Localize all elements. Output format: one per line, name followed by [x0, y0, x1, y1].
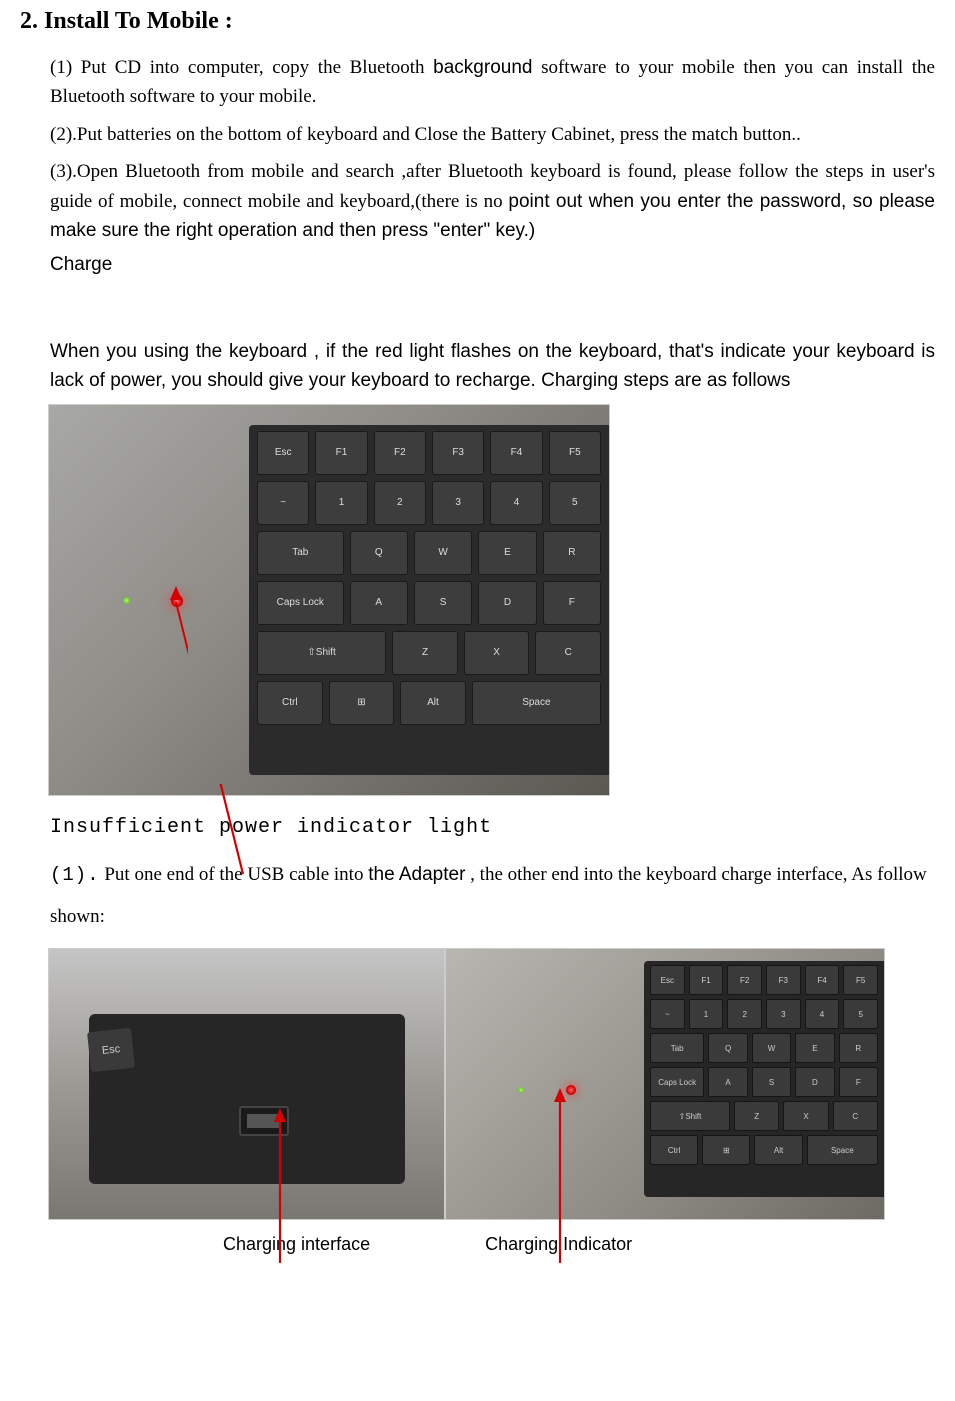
k3-r: R — [839, 1033, 878, 1063]
step-b: the Adapter — [368, 864, 465, 885]
k3-a: A — [708, 1067, 747, 1097]
k3-f2: F2 — [727, 965, 762, 995]
key-f2: F2 — [374, 431, 426, 475]
step-a: Put one end of the USB cable into — [100, 864, 369, 885]
arrow-charging-indicator — [540, 1088, 580, 1268]
key-5: 5 — [549, 481, 601, 525]
step-1: (1). Put one end of the USB cable into t… — [50, 854, 935, 939]
section-title: 2. Install To Mobile : — [20, 8, 935, 35]
key-a: A — [350, 581, 408, 625]
k3-1: 1 — [689, 999, 724, 1029]
paragraph-3: (3).Open Bluetooth from mobile and searc… — [50, 157, 935, 245]
keyboard-photo-3: Esc F1 F2 F3 F4 F5 ~ 1 2 3 4 5 Tab — [445, 948, 885, 1220]
key-d: D — [478, 581, 536, 625]
warning-text: When you using the keyboard , if the red… — [50, 337, 935, 396]
key-tab: Tab — [257, 531, 344, 575]
bottom-labels: Charging interface Charging Indicator — [48, 1234, 935, 1255]
key-f: F — [543, 581, 601, 625]
key-e: E — [478, 531, 536, 575]
key-f4: F4 — [490, 431, 542, 475]
arrow-indicator-head — [168, 586, 184, 602]
k3-shift: ⇧Shift — [650, 1101, 730, 1131]
k3-4: 4 — [805, 999, 840, 1029]
k3-f3: F3 — [766, 965, 801, 995]
p1-text-a: (1) Put CD into computer, copy the Bluet… — [50, 57, 433, 78]
k3-s: S — [752, 1067, 791, 1097]
k3-e: E — [795, 1033, 834, 1063]
key-q: Q — [350, 531, 408, 575]
k3-q: Q — [708, 1033, 747, 1063]
k3-space: Space — [807, 1135, 878, 1165]
key-esc-side: Esc — [87, 1028, 135, 1072]
key-esc: Esc — [257, 431, 309, 475]
k3-d: D — [795, 1067, 834, 1097]
k3-x: X — [783, 1101, 828, 1131]
k3-ctrl: Ctrl — [650, 1135, 698, 1165]
k3-w: W — [752, 1033, 791, 1063]
charge-heading: Charge — [50, 254, 935, 276]
paragraph-2: (2).Put batteries on the bottom of keybo… — [50, 120, 935, 149]
keyboard-photo-2: Esc — [48, 948, 445, 1220]
key-c: C — [535, 631, 601, 675]
keyboard-photo-1: Esc F1 F2 F3 F4 F5 ~ 1 2 3 4 5 Tab Q W E… — [48, 404, 610, 796]
keyboard-body-3: Esc F1 F2 F3 F4 F5 ~ 1 2 3 4 5 Tab — [644, 961, 884, 1197]
keyboard-body: Esc F1 F2 F3 F4 F5 ~ 1 2 3 4 5 Tab Q W E… — [249, 425, 609, 775]
key-f1: F1 — [315, 431, 367, 475]
k3-f4: F4 — [805, 965, 840, 995]
k3-f: F — [839, 1067, 878, 1097]
key-space: Space — [472, 681, 601, 725]
key-x: X — [464, 631, 530, 675]
key-tilde: ~ — [257, 481, 309, 525]
green-led-icon-2 — [518, 1087, 524, 1093]
caption-indicator-light: Insufficient power indicator light — [50, 816, 935, 839]
k3-esc: Esc — [650, 965, 685, 995]
key-win: ⊞ — [329, 681, 395, 725]
k3-z: Z — [734, 1101, 779, 1131]
key-1: 1 — [315, 481, 367, 525]
key-w: W — [414, 531, 472, 575]
k3-3: 3 — [766, 999, 801, 1029]
green-led-icon — [123, 597, 130, 604]
k3-tab: Tab — [650, 1033, 704, 1063]
key-f5: F5 — [549, 431, 601, 475]
k3-2: 2 — [727, 999, 762, 1029]
key-2: 2 — [374, 481, 426, 525]
key-alt: Alt — [400, 681, 466, 725]
k3-win: ⊞ — [702, 1135, 750, 1165]
k3-c: C — [833, 1101, 878, 1131]
k3-caps: Caps Lock — [650, 1067, 704, 1097]
key-caps: Caps Lock — [257, 581, 344, 625]
arrow-charging-interface — [250, 1108, 310, 1268]
key-s: S — [414, 581, 472, 625]
k3-f1: F1 — [689, 965, 724, 995]
step-pre: (1). — [50, 864, 100, 886]
k3-5: 5 — [843, 999, 878, 1029]
key-ctrl: Ctrl — [257, 681, 323, 725]
key-f3: F3 — [432, 431, 484, 475]
keyboard-side — [89, 1014, 405, 1184]
paragraph-1: (1) Put CD into computer, copy the Bluet… — [50, 53, 935, 112]
arrow-indicator-line — [168, 594, 188, 804]
key-4: 4 — [490, 481, 542, 525]
k3-f5: F5 — [843, 965, 878, 995]
p1-text-b: background — [433, 57, 532, 78]
key-z: Z — [392, 631, 458, 675]
k3-alt: Alt — [754, 1135, 802, 1165]
k3-tilde: ~ — [650, 999, 685, 1029]
key-3: 3 — [432, 481, 484, 525]
key-r: R — [543, 531, 601, 575]
key-shift: ⇧Shift — [257, 631, 386, 675]
